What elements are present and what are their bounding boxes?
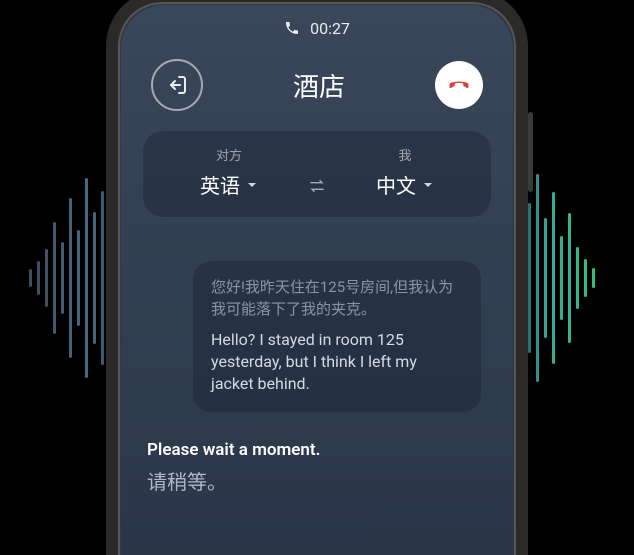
conversation-area: 您好!我昨天住在125号房间,但我认为我可能落下了我的夹克。 Hello? I … xyxy=(121,217,513,412)
call-title: 酒店 xyxy=(293,67,345,104)
call-duration: 00:27 xyxy=(310,19,350,38)
screen: 00:27 酒店 对方 xyxy=(121,5,513,555)
phone-frame: 00:27 酒店 对方 xyxy=(106,0,528,555)
outgoing-text-en: Please wait a moment. xyxy=(147,440,487,460)
hangup-icon xyxy=(445,71,473,99)
other-language-label: 对方 xyxy=(161,145,297,164)
call-header: 酒店 xyxy=(121,45,513,121)
status-bar: 00:27 xyxy=(121,5,513,45)
exit-button[interactable] xyxy=(151,59,203,111)
incoming-original-text: 您好!我昨天住在125号房间,但我认为我可能落下了我的夹克。 xyxy=(211,277,463,321)
hangup-button[interactable] xyxy=(435,61,483,109)
outgoing-text-zh: 请稍等。 xyxy=(147,466,487,495)
outgoing-pending: Please wait a moment. 请稍等。 xyxy=(121,412,513,495)
phone-side-button xyxy=(528,112,533,192)
chevron-down-icon xyxy=(422,179,434,191)
other-language-value: 英语 xyxy=(200,170,240,199)
phone-icon xyxy=(284,20,300,36)
chevron-down-icon xyxy=(246,179,258,191)
incoming-translated-text: Hello? I stayed in room 125 yesterday, b… xyxy=(211,329,463,396)
language-selector-card: 对方 英语 我 中文 xyxy=(143,131,491,217)
swap-languages-button[interactable] xyxy=(297,177,337,195)
swap-icon xyxy=(307,177,327,195)
waveform-left xyxy=(0,0,120,555)
incoming-message-bubble: 您好!我昨天住在125号房间,但我认为我可能落下了我的夹克。 Hello? I … xyxy=(193,261,481,412)
exit-icon xyxy=(165,73,189,97)
stage: 00:27 酒店 对方 xyxy=(0,0,634,555)
my-language[interactable]: 我 中文 xyxy=(337,145,473,199)
my-language-label: 我 xyxy=(337,145,473,164)
my-language-value: 中文 xyxy=(376,170,416,199)
other-language[interactable]: 对方 英语 xyxy=(161,145,297,199)
